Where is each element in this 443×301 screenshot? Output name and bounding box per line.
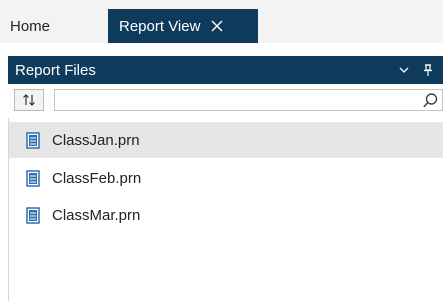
sort-button[interactable] bbox=[14, 89, 44, 111]
file-name: ClassJan.prn bbox=[52, 131, 140, 149]
list-item[interactable]: ClassMar.prn bbox=[9, 197, 443, 233]
file-name: ClassFeb.prn bbox=[52, 169, 142, 187]
search-input[interactable] bbox=[54, 89, 443, 111]
search-icon[interactable] bbox=[422, 92, 439, 109]
document-icon bbox=[26, 131, 40, 149]
panel-title: Report Files bbox=[15, 61, 96, 79]
tab-report-view[interactable]: Report View bbox=[108, 9, 258, 43]
document-icon bbox=[26, 169, 40, 187]
list-item[interactable]: ClassJan.prn bbox=[9, 122, 443, 158]
close-icon[interactable] bbox=[210, 19, 224, 33]
tab-report-view-label: Report View bbox=[119, 17, 201, 35]
sort-icon bbox=[23, 94, 35, 106]
file-name: ClassMar.prn bbox=[52, 206, 141, 224]
panel-header: Report Files bbox=[8, 56, 443, 84]
files-toolbar bbox=[8, 86, 443, 114]
list-item[interactable]: ClassFeb.prn bbox=[9, 160, 443, 196]
app-window: Home Report View Report Files ClassJan.p… bbox=[0, 0, 443, 301]
tab-strip: Home Report View bbox=[0, 0, 443, 43]
report-file-list: ClassJan.prn ClassFeb.prn ClassMar.prn bbox=[8, 118, 443, 301]
tab-home[interactable]: Home bbox=[0, 9, 108, 43]
chevron-down-icon[interactable] bbox=[395, 61, 413, 79]
pin-icon[interactable] bbox=[419, 61, 437, 79]
tab-home-label: Home bbox=[10, 17, 51, 35]
document-icon bbox=[26, 206, 40, 224]
